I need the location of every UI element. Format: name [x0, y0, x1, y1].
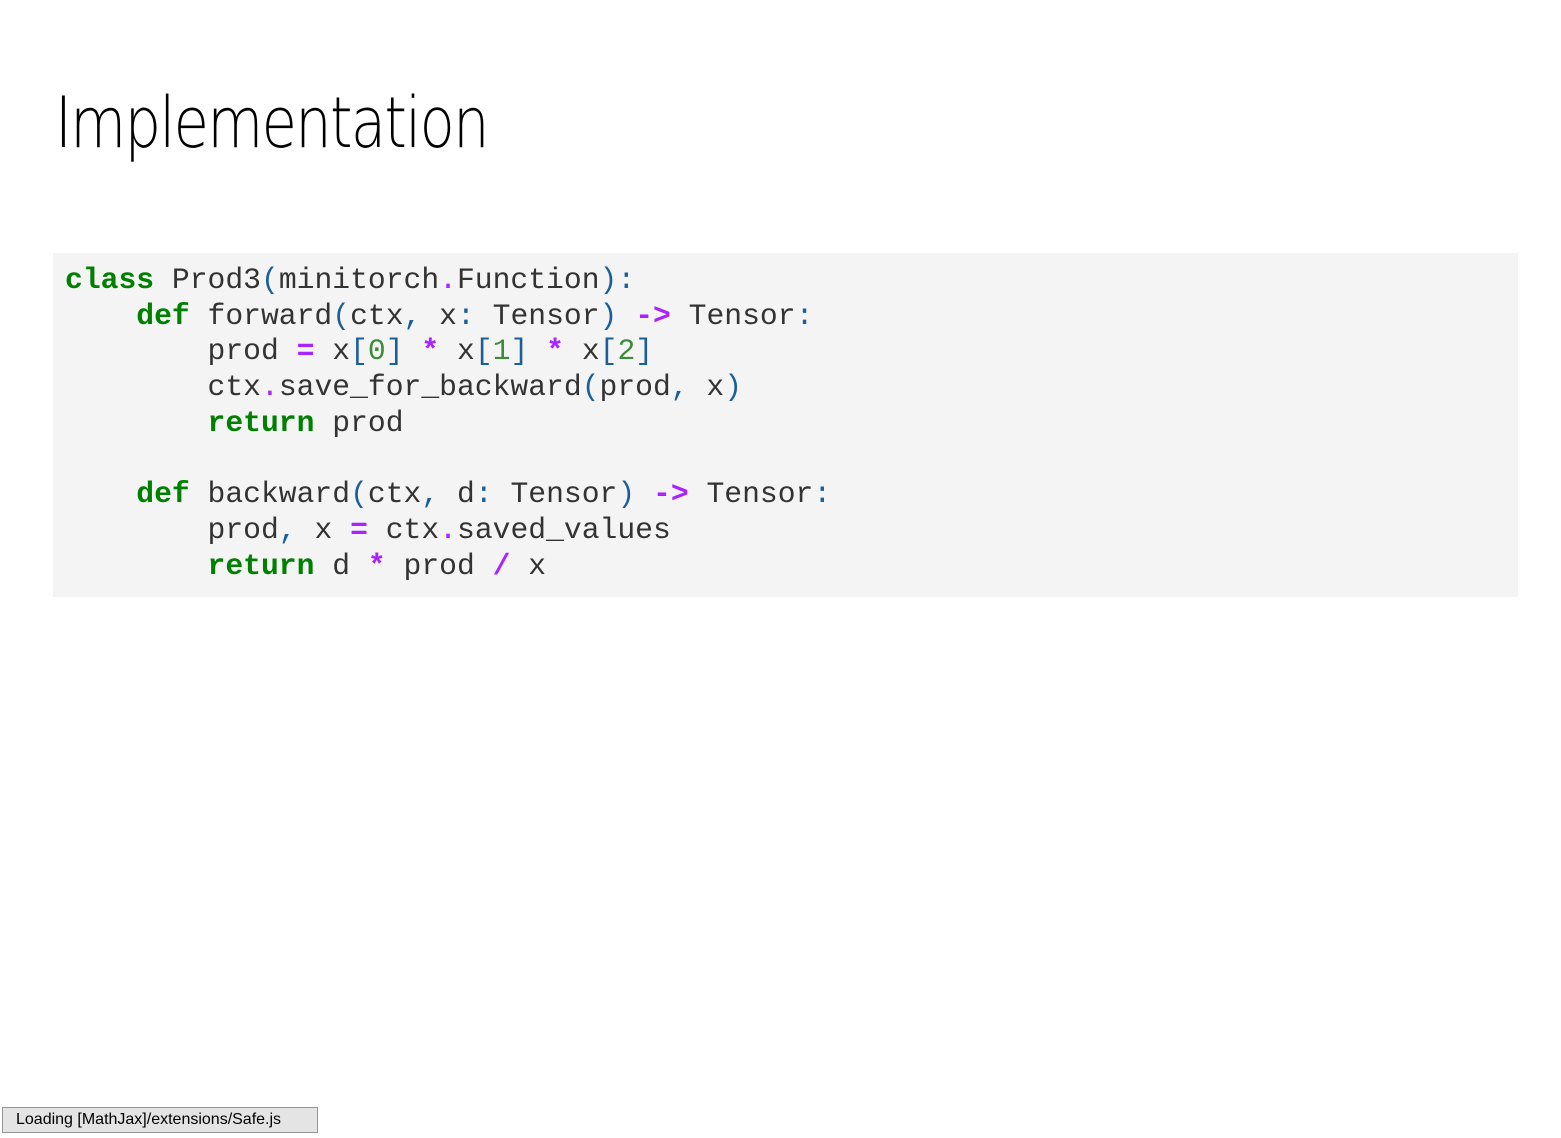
code-token-op: / [492, 548, 511, 583]
code-token-punct: ( [350, 477, 368, 512]
code-token-punct: ( [260, 263, 279, 297]
code-token-kw: return [207, 548, 315, 583]
code-token-kw: class [65, 263, 155, 297]
code-line: prod = x[0] * x[1] * x[2] [65, 334, 1518, 370]
code-token-name: forward [189, 298, 333, 333]
code-token-name: x [688, 370, 725, 405]
code-token-name: Function [456, 263, 600, 297]
code-token-punct: : [474, 477, 493, 512]
code-token-punct: : [795, 298, 814, 333]
code-token-name: Tensor [474, 298, 600, 333]
code-token-punct: ( [581, 370, 600, 405]
code-token-name [65, 406, 208, 440]
code-token-name: d [314, 548, 368, 583]
code-token-name: prod [385, 548, 493, 583]
code-token-name [528, 334, 546, 368]
code-line: return d * prod / x [65, 549, 1518, 585]
code-token-op: = [350, 512, 368, 547]
code-token-dot: . [439, 263, 457, 297]
code-token-name: x [439, 334, 475, 369]
code-token-punct: ) [599, 298, 618, 333]
code-token-punct: ( [332, 298, 351, 333]
code-token-name [404, 334, 422, 368]
code-token-num: 0 [367, 334, 386, 369]
code-token-dot: . [260, 370, 279, 405]
code-token-kw: def [136, 298, 190, 333]
code-token-punct: ] [385, 334, 404, 369]
slide-title: Implementation [55, 82, 489, 164]
code-token-punct: ): [599, 263, 636, 297]
code-token-punct: [ [474, 334, 493, 369]
code-token-name: ctx [367, 477, 422, 512]
code-token-name: Prod3 [154, 263, 261, 297]
code-token-name: x [564, 334, 600, 369]
code-token-name [65, 299, 136, 333]
code-token-punct: [ [350, 334, 368, 369]
code-token-name: x [296, 512, 351, 547]
code-token-name: d [439, 477, 475, 512]
code-token-kw: def [136, 477, 190, 512]
code-token-op: * [421, 334, 440, 369]
code-token-op: -> [653, 477, 689, 512]
code-token-punct: ) [724, 370, 743, 405]
code-token-name [617, 299, 635, 333]
code-token-name: prod [314, 405, 404, 440]
code-token-name: backward [189, 477, 351, 512]
code-token-num: 1 [492, 334, 511, 369]
code-line: prod, x = ctx.saved_values [65, 513, 1518, 549]
code-token-num: 2 [617, 334, 636, 369]
code-token-punct: : [457, 298, 475, 333]
code-token-op: -> [635, 298, 671, 333]
code-token-punct: : [813, 477, 832, 512]
code-token-dot: . [439, 512, 457, 547]
code-token-punct: , [403, 298, 422, 333]
code-token-name [65, 477, 136, 511]
code-token-name [635, 477, 653, 511]
code-token-name: x [314, 334, 351, 369]
code-token-name: prod [65, 334, 297, 369]
code-token-punct: ) [617, 477, 636, 512]
code-line: ctx.save_for_backward(prod, x) [65, 370, 1518, 406]
code-token-name: Tensor [492, 477, 618, 512]
code-token-name: x [421, 298, 457, 333]
code-token-op: * [367, 548, 386, 583]
code-token-name [65, 549, 208, 583]
code-token-punct: ] [510, 334, 529, 369]
code-token-punct: [ [599, 334, 618, 369]
code-token-name: x [510, 548, 547, 583]
code-block: class Prod3(minitorch.Function): def for… [53, 253, 1518, 597]
code-token-name: ctx [350, 298, 404, 333]
code-token-name: minitorch [278, 263, 440, 297]
code-line: return prod [65, 406, 1518, 442]
code-token-punct: , [278, 512, 297, 547]
mathjax-status-message: Loading [MathJax]/extensions/Safe.js [2, 1107, 318, 1133]
code-line: def forward(ctx, x: Tensor) -> Tensor: [65, 299, 1518, 335]
code-token-op: = [296, 334, 315, 369]
code-token-punct: , [421, 477, 440, 512]
code-line: def backward(ctx, d: Tensor) -> Tensor: [65, 477, 1518, 513]
code-token-name: ctx [65, 370, 261, 405]
code-token-name: Tensor [688, 477, 814, 512]
code-token-op: * [546, 334, 564, 369]
code-token-punct: , [670, 370, 689, 405]
code-line: class Prod3(minitorch.Function): [65, 263, 1518, 299]
code-token-kw: return [207, 405, 315, 440]
code-token-name: saved_values [457, 512, 671, 547]
code-token-name: prod [65, 512, 279, 547]
code-token-name: Tensor [670, 298, 796, 333]
code-token-punct: ] [635, 334, 654, 369]
code-token-name: prod [599, 370, 671, 405]
code-token-name: save_for_backward [278, 370, 582, 405]
code-token-name: ctx [367, 512, 440, 547]
